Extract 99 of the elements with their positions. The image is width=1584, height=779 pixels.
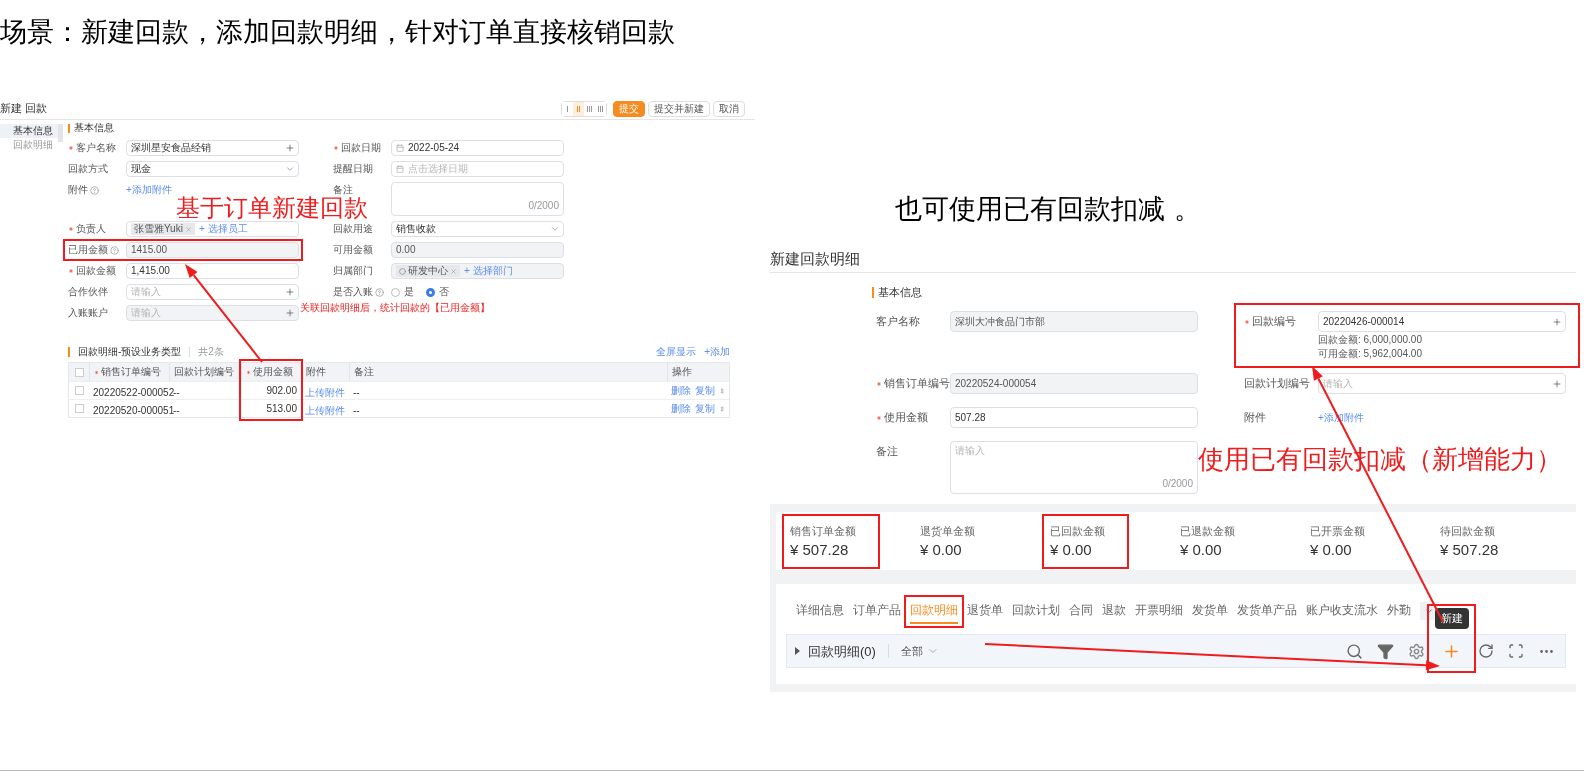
- field-label: 入账账户: [68, 308, 108, 318]
- field-label: 回款计划编号: [1244, 378, 1310, 389]
- section-title: 基本信息: [878, 287, 922, 298]
- section-title: 回款明细-预设业务类型: [78, 347, 182, 357]
- stat-value: ¥ 0.00: [1050, 541, 1093, 557]
- field-label: 客户名称: [876, 316, 920, 327]
- field-note: 可用金额: 5,962,004.00: [1318, 347, 1423, 360]
- row-action-link[interactable]: 复制: [695, 385, 715, 396]
- upload-link[interactable]: 上传附件: [305, 404, 345, 416]
- attachment-link[interactable]: +添加附件: [126, 185, 172, 195]
- field-label: 归属部门: [333, 266, 373, 276]
- row-action-link[interactable]: 删除: [671, 385, 691, 396]
- column-header: 回款计划编号: [174, 367, 234, 377]
- field-label: 备注: [333, 185, 353, 195]
- row-action-link[interactable]: 复制: [695, 403, 715, 414]
- table-cell: --: [353, 386, 360, 398]
- tab[interactable]: 退款: [1102, 598, 1126, 624]
- annotation-text: 关联回款明细后，统计回款的【已用金额】: [300, 303, 490, 313]
- field-label: 可用金额: [333, 245, 373, 255]
- filter-dropdown[interactable]: 全部: [900, 645, 939, 657]
- tab[interactable]: 详细信息: [796, 598, 844, 624]
- slide-title: 场景：新建回款，添加回款明细，针对订单直接核销回款: [0, 16, 675, 47]
- field-label: 销售订单编号: [884, 378, 950, 389]
- page-title: 新建回款明细: [770, 251, 860, 266]
- action-button[interactable]: 提交并新建: [648, 100, 710, 117]
- radio-label: 否: [439, 287, 449, 297]
- column-header: 附件: [306, 367, 326, 377]
- tab[interactable]: 回款计划: [1012, 598, 1060, 624]
- field-label: 已用金额: [68, 245, 108, 255]
- radio-label: 是: [404, 287, 414, 297]
- tab[interactable]: 合同: [1069, 598, 1093, 624]
- action-button[interactable]: 取消: [713, 100, 745, 117]
- column-header: 销售订单编号: [101, 367, 161, 377]
- column-header: 使用金额: [253, 367, 293, 377]
- table-link[interactable]: 全屏显示: [656, 347, 697, 357]
- column-header: 操作: [672, 367, 692, 377]
- table-cell: 20220520-000051: [93, 404, 175, 416]
- tab[interactable]: 退货单: [967, 598, 1003, 624]
- stat-label: 销售订单金额: [790, 525, 856, 537]
- table-link[interactable]: +添加: [704, 347, 730, 357]
- tab[interactable]: 外勤: [1387, 598, 1411, 624]
- stat-value: ¥ 507.28: [1440, 541, 1499, 557]
- input-field[interactable]: 深圳星安食品经销: [126, 140, 299, 156]
- tag-label: 研发中心: [408, 266, 448, 276]
- stat-value: ¥ 0.00: [1180, 541, 1223, 557]
- tag-field[interactable]: 张雪雅Yuki + 选择员工: [126, 221, 299, 237]
- field-label: 回款日期: [341, 143, 381, 153]
- select-link[interactable]: + 选择员工: [198, 224, 248, 234]
- field-label: 回款编号: [1252, 316, 1296, 327]
- table-cell: --: [173, 404, 180, 416]
- tab[interactable]: 发货单: [1192, 598, 1228, 624]
- stat-label: 已回款金额: [1050, 525, 1105, 537]
- field-label: 回款金额: [76, 266, 116, 276]
- field-label: 回款方式: [68, 164, 108, 174]
- field-label: 附件: [1244, 412, 1266, 423]
- stat-label: 待回款金额: [1440, 525, 1496, 537]
- input-field[interactable]: 1,415.00: [126, 263, 299, 279]
- field-label: 合作伙伴: [68, 287, 108, 297]
- table-cell: 902.00: [266, 385, 297, 396]
- stat-value: ¥ 0.00: [920, 541, 963, 557]
- field-label: 客户名称: [76, 143, 116, 153]
- tooltip: 新建: [1435, 607, 1469, 629]
- page-title: 新建 回款: [0, 101, 48, 117]
- stat-label: 退货单金额: [920, 525, 975, 537]
- annotation-text: 基于订单新建回款: [176, 196, 368, 220]
- column-header: 备注: [354, 367, 374, 377]
- field-label: 附件: [68, 185, 88, 195]
- select-field[interactable]: 销售收款: [391, 221, 564, 237]
- record-count: 共2条: [189, 347, 224, 357]
- input-field[interactable]: 20220426-000014: [1318, 311, 1566, 332]
- field-label: 回款用途: [333, 224, 373, 234]
- table-cell: --: [173, 386, 180, 398]
- stat-value: ¥ 0.00: [1310, 541, 1353, 557]
- upload-link[interactable]: 上传附件: [305, 386, 345, 398]
- section-title: 基本信息: [74, 123, 114, 133]
- select-field[interactable]: 现金: [126, 161, 299, 177]
- date-field[interactable]: 2022-05-24: [391, 140, 564, 156]
- field-label: 提醒日期: [333, 164, 373, 174]
- tab[interactable]: 账户收支流水: [1306, 598, 1378, 624]
- field-label: 负责人: [76, 224, 106, 234]
- table-cell: --: [353, 404, 360, 416]
- table-cell: 513.00: [266, 403, 297, 414]
- field-label: 备注: [876, 446, 898, 457]
- table-cell: 20220522-000052: [93, 386, 175, 398]
- stat-value: ¥ 507.28: [790, 541, 850, 557]
- stat-label: 已开票金额: [1310, 525, 1365, 537]
- tab[interactable]: 发货单产品: [1237, 598, 1297, 624]
- stat-label: 已退款金额: [1180, 525, 1235, 537]
- tab[interactable]: 订单产品: [853, 598, 901, 624]
- input-field[interactable]: 507.28: [950, 407, 1198, 428]
- field-note: 回款金额: 6,000,000.00: [1318, 333, 1423, 346]
- nav-item[interactable]: 基本信息: [0, 124, 58, 138]
- tag-label: 张雪雅Yuki: [134, 224, 183, 234]
- field-label: 使用金额: [884, 412, 928, 423]
- list-title: 回款明细(0): [808, 644, 876, 658]
- row-action-link[interactable]: 删除: [671, 403, 691, 414]
- annotation-text: 也可使用已有回款扣减 。: [895, 193, 1201, 224]
- tab[interactable]: 开票明细: [1135, 598, 1183, 624]
- field-label: 是否入账: [333, 287, 373, 297]
